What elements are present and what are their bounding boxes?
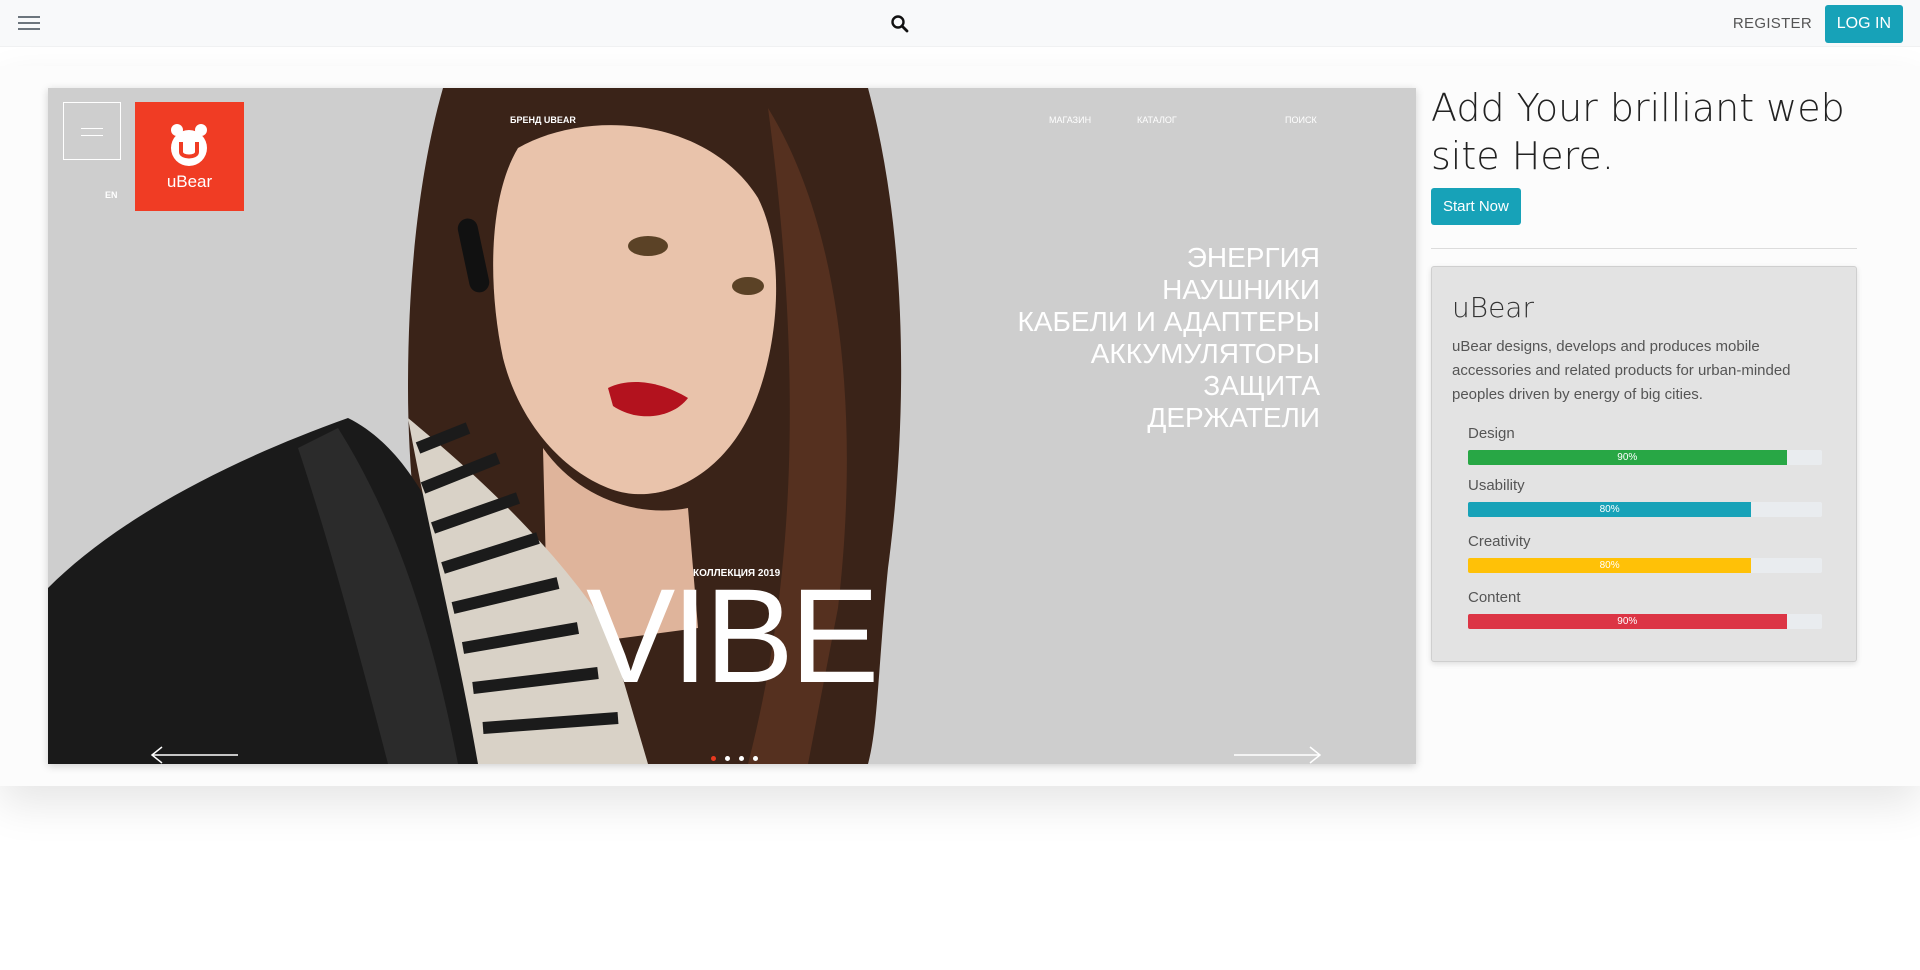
skill-design: Design 90% [1468,425,1822,465]
skill-label: Usability [1468,477,1525,494]
category-item[interactable]: АККУМУЛЯТОРЫ [1017,338,1320,370]
main-section: uBear EN БРЕНД UBEAR МАГАЗИН КАТАЛОГ ПОИ… [0,66,1920,786]
arrow-right-icon[interactable] [1232,745,1322,764]
skill-creativity: Creativity 80% [1468,533,1822,573]
hero-nav-brand[interactable]: БРЕНД UBEAR [510,115,576,125]
arrow-left-icon[interactable] [150,745,240,764]
language-switch[interactable]: EN [105,190,118,200]
category-item[interactable]: ЗАЩИТА [1017,370,1320,402]
register-link[interactable]: REGISTER [1733,15,1812,32]
start-now-button[interactable]: Start Now [1431,188,1521,225]
hero-nav-search[interactable]: ПОИСК [1285,115,1317,125]
slider-dot[interactable] [739,756,744,761]
slider-dot[interactable] [725,756,730,761]
hero-nav-catalog[interactable]: КАТАЛОГ [1137,115,1177,125]
slider-dot[interactable] [711,756,716,761]
card-description: uBear designs, develops and produces mob… [1452,338,1791,403]
slider-dots [711,756,758,761]
progress-track: 80% [1468,502,1822,517]
hero-headline: VIBE [586,562,879,711]
ubear-logo[interactable]: uBear [135,102,244,211]
progress-bar: 80% [1468,502,1752,517]
hero-banner: uBear EN БРЕНД UBEAR МАГАЗИН КАТАЛОГ ПОИ… [48,88,1416,764]
skill-label: Design [1468,425,1515,442]
hero-category-list: ЭНЕРГИЯ НАУШНИКИ КАБЕЛИ И АДАПТЕРЫ АККУМ… [1017,242,1320,434]
login-button[interactable]: LOG IN [1824,5,1903,43]
progress-bar: 90% [1468,450,1787,465]
progress-track: 80% [1468,558,1822,573]
card-title: uBear [1452,291,1534,324]
skill-content: Content 90% [1468,589,1822,629]
category-item[interactable]: КАБЕЛИ И АДАПТЕРЫ [1017,306,1320,338]
hero-menu-button[interactable] [63,102,121,160]
category-item[interactable]: ЭНЕРГИЯ [1017,242,1320,274]
progress-track: 90% [1468,450,1822,465]
promo-heading: Add Your brilliant web site Here. [1431,86,1845,178]
logo-text: uBear [166,172,213,191]
divider [1431,248,1857,249]
category-item[interactable]: ДЕРЖАТЕЛИ [1017,402,1320,434]
skill-label: Content [1468,589,1521,606]
skill-usability: Usability 80% [1468,477,1822,517]
ubear-card: uBear uBear designs, develops and produc… [1431,266,1857,662]
progress-bar: 80% [1468,558,1752,573]
slider-dot[interactable] [753,756,758,761]
search-icon[interactable] [890,14,910,34]
progress-bar: 90% [1468,614,1787,629]
hamburger-icon[interactable] [18,14,40,32]
progress-track: 90% [1468,614,1822,629]
bear-icon [171,124,207,166]
skill-label: Creativity [1468,533,1531,550]
top-navbar: REGISTER LOG IN [0,0,1920,47]
hero-nav-shop[interactable]: МАГАЗИН [1049,115,1091,125]
category-item[interactable]: НАУШНИКИ [1017,274,1320,306]
